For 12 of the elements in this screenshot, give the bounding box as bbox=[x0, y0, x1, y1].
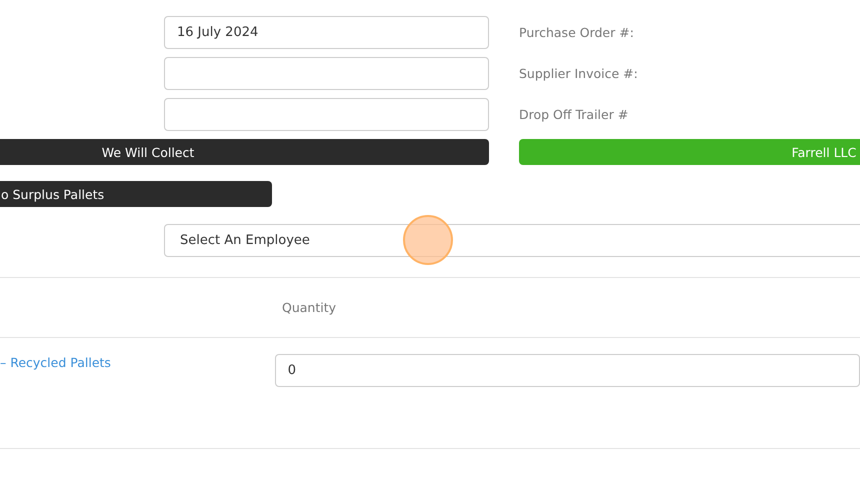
text-field[interactable] bbox=[164, 57, 489, 90]
quantity-field[interactable]: 0 bbox=[274, 354, 860, 387]
field-label: Purchase Order #: bbox=[519, 24, 635, 42]
text-field[interactable]: 16 July 2024 bbox=[164, 16, 489, 49]
field-label: Supplier Invoice #: bbox=[519, 65, 638, 83]
surplus-pallets-button[interactable]: o Surplus Pallets bbox=[0, 181, 272, 207]
employee-select[interactable]: Select An Employee bbox=[164, 224, 860, 257]
collect-button[interactable]: We Will Collect bbox=[0, 139, 489, 165]
column-header: Quantity bbox=[282, 300, 336, 315]
text-field[interactable] bbox=[164, 98, 489, 131]
click-indicator bbox=[403, 215, 453, 265]
field-label: Drop Off Trailer # bbox=[519, 106, 630, 124]
